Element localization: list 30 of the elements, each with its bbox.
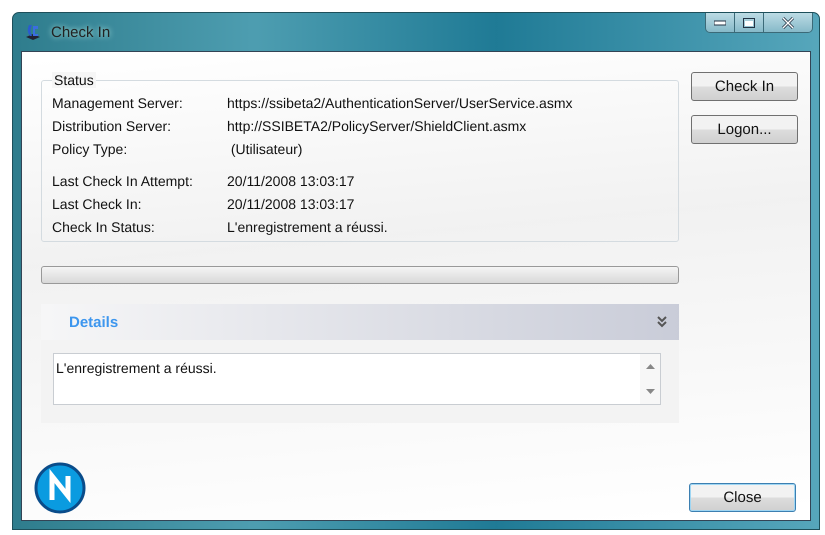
double-chevron-icon[interactable] [657,316,667,328]
scroll-down-icon[interactable] [646,389,654,394]
field-label: Management Server: [52,95,184,111]
details-text-box[interactable]: L'enregistrement a réussi. [53,353,661,405]
field-value: (Utilisateur) [230,141,304,157]
group-title: Status [52,72,96,88]
field-value: L'enregistrement a réussi. [227,219,389,235]
minimize-button[interactable] [706,13,735,32]
details-title: Details [69,314,118,330]
close-dialog-button[interactable]: Close [689,483,796,512]
minimize-icon [714,20,726,26]
window-title: Check In [51,24,110,40]
field-value: http://SSIBETA2/PolicyServer/ShieldClient.asmx [227,118,528,134]
field-label: Last Check In: [52,196,142,212]
maximize-icon [743,18,755,28]
field-value: https://ssibeta2/AuthenticationServer/UserService.asmx [227,95,574,111]
logo-icon [34,462,86,514]
field-value: 20/11/2008 13:03:17 [227,196,356,212]
field-label: Policy Type: [52,141,128,157]
scrollbar[interactable] [640,354,660,404]
action-button[interactable]: Logon... [691,115,798,144]
field-label: Check In Status: [52,219,156,235]
close-icon [781,16,795,28]
maximize-button[interactable] [735,13,764,32]
field-label: Last Check In Attempt: [52,173,194,189]
scroll-up-icon[interactable] [646,364,654,369]
field-value: 20/11/2008 13:03:17 [227,173,356,189]
action-button[interactable]: Check In [691,72,798,101]
field-label: Distribution Server: [52,118,172,134]
close-button[interactable] [764,13,812,32]
